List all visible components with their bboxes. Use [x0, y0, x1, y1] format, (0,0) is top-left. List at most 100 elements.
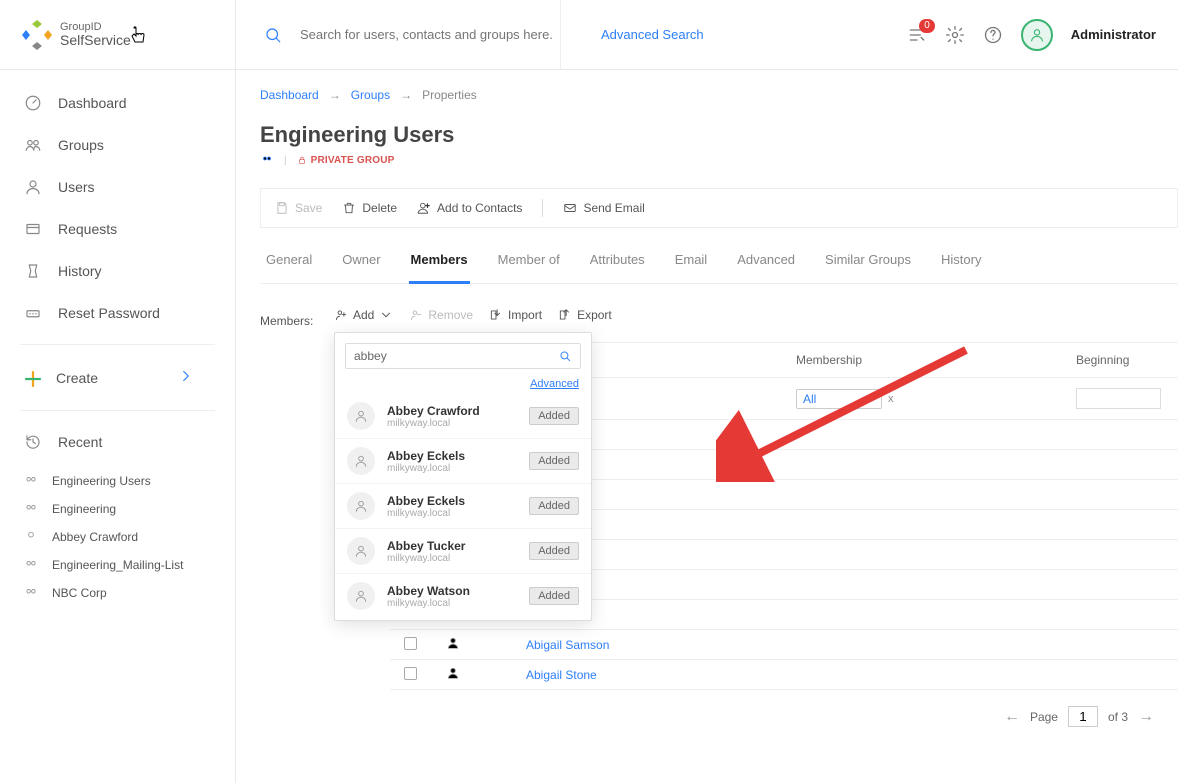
- nav-users[interactable]: Users: [0, 166, 235, 208]
- added-button[interactable]: Added: [529, 542, 579, 560]
- import-button[interactable]: Import: [489, 308, 542, 322]
- user-icon: [446, 666, 460, 680]
- table-row[interactable]: Abigail Stone: [390, 660, 1178, 690]
- search-input[interactable]: [300, 27, 560, 42]
- page-prev[interactable]: ←: [1004, 708, 1020, 726]
- logo[interactable]: GroupID SelfService: [0, 0, 235, 70]
- nav: Dashboard Groups Users Requests History …: [0, 70, 235, 623]
- help-icon[interactable]: [983, 25, 1003, 45]
- crumb-groups[interactable]: Groups: [351, 88, 390, 102]
- remove-member-button[interactable]: Remove: [409, 308, 473, 322]
- page-next[interactable]: →: [1138, 708, 1154, 726]
- membership-filter[interactable]: All: [796, 389, 882, 409]
- dropdown-item[interactable]: Abbey Crawfordmilkyway.local Added: [335, 394, 591, 439]
- tab-member-of[interactable]: Member of: [496, 238, 562, 283]
- user-icon: [347, 492, 375, 520]
- member-link[interactable]: Abigail Samson: [526, 638, 609, 652]
- dropdown-advanced-link[interactable]: Advanced: [530, 378, 579, 390]
- action-bar: Save Delete Add to Contacts Send Email: [260, 188, 1178, 228]
- tab-attributes[interactable]: Attributes: [588, 238, 647, 283]
- nav-groups[interactable]: Groups: [0, 124, 235, 166]
- avatar[interactable]: [1021, 19, 1053, 51]
- added-button[interactable]: Added: [529, 497, 579, 515]
- result-domain: milkyway.local: [387, 508, 517, 519]
- plus-icon: [24, 370, 40, 386]
- add-to-contacts-button[interactable]: Add to Contacts: [417, 201, 522, 215]
- notif-badge: 0: [919, 19, 935, 33]
- advanced-search-link[interactable]: Advanced Search: [581, 27, 704, 42]
- row-checkbox[interactable]: [404, 667, 417, 680]
- nav-recent[interactable]: Recent: [0, 421, 235, 463]
- added-button[interactable]: Added: [529, 587, 579, 605]
- result-name: Abbey Eckels: [387, 449, 517, 463]
- username[interactable]: Administrator: [1071, 27, 1156, 42]
- col-membership[interactable]: Membership: [788, 343, 1068, 377]
- members-label: Members:: [260, 308, 320, 328]
- beginning-filter-input[interactable]: [1076, 388, 1161, 409]
- recent-item[interactable]: NBC Corp: [0, 579, 235, 607]
- member-link[interactable]: Abigail Stone: [526, 668, 597, 682]
- tab-owner[interactable]: Owner: [340, 238, 382, 283]
- nav-dashboard[interactable]: Dashboard: [0, 82, 235, 124]
- delete-button[interactable]: Delete: [342, 201, 397, 215]
- row-checkbox[interactable]: [404, 637, 417, 650]
- cursor-hand-icon: [130, 26, 148, 49]
- export-button[interactable]: Export: [558, 308, 612, 322]
- tab-members[interactable]: Members: [409, 238, 470, 284]
- dropdown-item[interactable]: Abbey Tuckermilkyway.local Added: [335, 529, 591, 574]
- divider: [20, 410, 215, 411]
- nav-label: Groups: [58, 137, 104, 153]
- page-input[interactable]: [1068, 706, 1098, 727]
- user-icon: [347, 582, 375, 610]
- clear-filter[interactable]: x: [888, 393, 894, 405]
- page-title: Engineering Users: [260, 122, 1178, 148]
- content: Dashboard → Groups → Properties Engineer…: [236, 70, 1178, 743]
- recent-item[interactable]: Engineering: [0, 495, 235, 523]
- crumb-properties: Properties: [422, 88, 477, 102]
- tab-general[interactable]: General: [264, 238, 314, 283]
- add-member-button[interactable]: Add: [334, 308, 393, 322]
- logo-icon: [20, 18, 54, 52]
- nav-label: Requests: [58, 221, 117, 237]
- col-beginning[interactable]: Beginning: [1068, 343, 1178, 377]
- tab-advanced[interactable]: Advanced: [735, 238, 797, 283]
- search-icon: [558, 349, 572, 363]
- recent-item[interactable]: Engineering Users: [0, 467, 235, 495]
- added-button[interactable]: Added: [529, 407, 579, 425]
- members-toolbar: Add Remove Import Ex: [334, 308, 612, 322]
- dropdown-item[interactable]: Abbey Watsonmilkyway.local Added: [335, 574, 591, 618]
- tab-history[interactable]: History: [939, 238, 983, 283]
- nav-history[interactable]: History: [0, 250, 235, 292]
- tab-similar[interactable]: Similar Groups: [823, 238, 913, 283]
- notifications-icon[interactable]: 0: [907, 25, 927, 45]
- nav-label: Dashboard: [58, 95, 127, 111]
- nav-label: Reset Password: [58, 305, 160, 321]
- dropdown-item[interactable]: Abbey Eckelsmilkyway.local Added: [335, 484, 591, 529]
- tab-email[interactable]: Email: [673, 238, 710, 283]
- nav-label: Recent: [58, 434, 102, 450]
- user-icon: [446, 636, 460, 650]
- crumb-dashboard[interactable]: Dashboard: [260, 88, 319, 102]
- search-area: [236, 0, 561, 69]
- recent-item[interactable]: Engineering_Mailing-List: [0, 551, 235, 579]
- send-email-button[interactable]: Send Email: [563, 201, 644, 215]
- dropdown-search-input[interactable]: [354, 349, 558, 363]
- nav-requests[interactable]: Requests: [0, 208, 235, 250]
- result-domain: milkyway.local: [387, 463, 517, 474]
- save-button[interactable]: Save: [275, 201, 322, 215]
- user-icon: [347, 402, 375, 430]
- added-button[interactable]: Added: [529, 452, 579, 470]
- user-icon: [347, 447, 375, 475]
- nav-reset-password[interactable]: Reset Password: [0, 292, 235, 334]
- gear-icon[interactable]: [945, 25, 965, 45]
- recent-item[interactable]: Abbey Crawford: [0, 523, 235, 551]
- pager: ← Page of 3 →: [260, 690, 1178, 743]
- arrow-icon: →: [329, 88, 341, 102]
- search-icon: [264, 26, 282, 44]
- dropdown-item[interactable]: Abbey Eckelsmilkyway.local Added: [335, 439, 591, 484]
- chevron-right-icon: [177, 367, 211, 388]
- result-name: Abbey Eckels: [387, 494, 517, 508]
- result-name: Abbey Watson: [387, 584, 517, 598]
- dropdown-search[interactable]: [345, 343, 581, 369]
- nav-create[interactable]: Create: [0, 355, 235, 400]
